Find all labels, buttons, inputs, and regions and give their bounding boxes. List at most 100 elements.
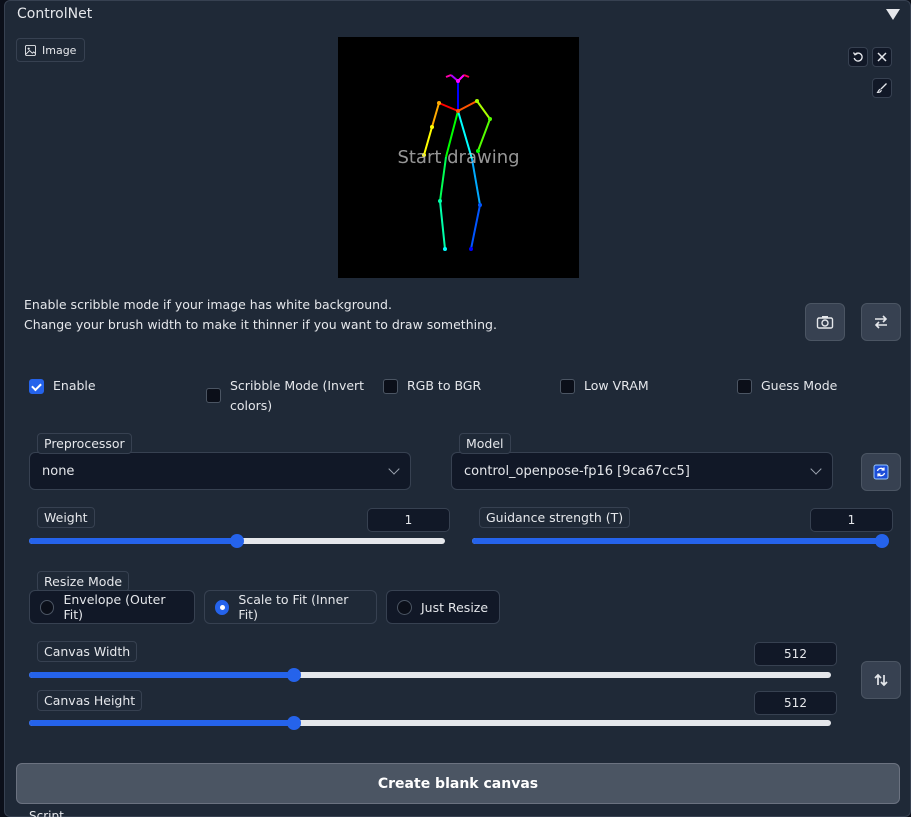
weight-label: Weight: [37, 507, 95, 528]
model-value: control_openpose-fp16 [9ca67cc5]: [464, 463, 690, 479]
resize-option-just-resize-label: Just Resize: [421, 599, 489, 615]
weight-input[interactable]: 1: [367, 508, 450, 532]
weight-slider[interactable]: [29, 534, 445, 548]
resize-option-envelope[interactable]: Envelope (Outer Fit): [29, 590, 195, 624]
swap-arrows-icon: [874, 315, 888, 329]
preprocessor-label: Preprocessor: [37, 433, 132, 454]
radio-scale-to-fit[interactable]: [215, 599, 230, 615]
canvas-width-slider[interactable]: [29, 668, 831, 682]
preprocessor-select[interactable]: none: [29, 452, 411, 490]
brush-icon: [876, 83, 887, 94]
pose-joint: [438, 199, 442, 203]
swap-vertical-icon: [874, 673, 888, 687]
pose-joint: [456, 109, 460, 113]
pose-left-upper-arm: [476, 100, 491, 120]
chevron-down-icon: [388, 463, 400, 475]
scribble-mode-label: Scribble Mode (Invert colors): [230, 376, 364, 416]
enable-checkbox[interactable]: [29, 379, 44, 394]
scribble-mode-checkbox[interactable]: [206, 388, 221, 403]
brush-button[interactable]: [872, 78, 892, 98]
canvas-width-label: Canvas Width: [37, 641, 138, 662]
canvas-height-slider-thumb[interactable]: [286, 716, 301, 730]
canvas-width-slider-fill: [29, 672, 294, 678]
image-tab[interactable]: Image: [16, 38, 86, 62]
low-vram-label: Low VRAM: [584, 378, 649, 393]
pose-right-ear: [445, 74, 452, 78]
pose-right-shin: [439, 200, 446, 250]
checkbox-enable[interactable]: Enable: [29, 378, 96, 394]
info-line-2: Change your brush width to make it thinn…: [24, 317, 497, 332]
image-icon: [25, 44, 36, 56]
panel-title: ControlNet: [17, 6, 93, 22]
radio-just-resize[interactable]: [397, 599, 412, 615]
guidance-slider[interactable]: [472, 534, 889, 548]
webcam-button[interactable]: [805, 303, 845, 341]
collapse-triangle-icon[interactable]: [886, 9, 900, 20]
guidance-slider-thumb[interactable]: [875, 534, 889, 548]
pose-joint: [469, 247, 473, 251]
pose-left-shin: [470, 204, 481, 250]
chevron-down-icon: [810, 463, 822, 475]
rgb-to-bgr-label: RGB to BGR: [407, 378, 482, 393]
pose-joint: [443, 247, 447, 251]
resize-option-just-resize[interactable]: Just Resize: [386, 590, 500, 624]
start-drawing-text: Start drawing: [397, 147, 520, 168]
canvas-width-input[interactable]: 512: [754, 642, 837, 666]
refresh-models-button[interactable]: [861, 453, 901, 491]
resize-mode-label: Resize Mode: [37, 571, 130, 592]
undo-button[interactable]: [848, 47, 868, 67]
guess-mode-label: Guess Mode: [761, 378, 838, 393]
pose-right-upper-arm: [431, 102, 440, 128]
undo-icon: [852, 52, 863, 62]
pose-joint: [478, 203, 482, 207]
radio-envelope[interactable]: [40, 599, 55, 615]
pose-joint: [488, 117, 492, 121]
pose-left-ear: [463, 74, 470, 78]
enable-label: Enable: [53, 378, 96, 393]
pose-joint: [456, 79, 460, 83]
create-blank-canvas-button[interactable]: Create blank canvas: [16, 763, 900, 804]
guess-mode-checkbox[interactable]: [737, 379, 752, 394]
canvas-height-input[interactable]: 512: [754, 691, 837, 715]
drawing-canvas[interactable]: Start drawing: [338, 37, 579, 278]
resize-option-scale-to-fit[interactable]: Scale to Fit (Inner Fit): [204, 590, 377, 624]
pose-joint: [437, 101, 441, 105]
scribble-label-line1: Scribble Mode (Invert: [230, 378, 365, 393]
canvas-height-label: Canvas Height: [37, 690, 143, 711]
pose-right-shoulder: [438, 102, 459, 112]
camera-icon: [816, 316, 834, 329]
close-icon: [877, 52, 887, 62]
image-tab-label: Image: [42, 43, 77, 57]
canvas-height-slider-fill: [29, 720, 294, 726]
low-vram-checkbox[interactable]: [560, 379, 575, 394]
guidance-slider-fill: [472, 538, 882, 544]
pose-left-shoulder: [457, 100, 478, 112]
clear-button[interactable]: [872, 47, 892, 67]
model-label: Model: [459, 433, 511, 454]
weight-slider-thumb[interactable]: [230, 534, 244, 548]
checkbox-guess-mode[interactable]: Guess Mode: [737, 378, 837, 394]
mirror-webcam-button[interactable]: [861, 303, 901, 341]
scribble-label-line2: colors): [230, 398, 273, 413]
resize-option-envelope-label: Envelope (Outer Fit): [63, 592, 166, 622]
refresh-icon: [873, 464, 889, 480]
model-select[interactable]: control_openpose-fp16 [9ca67cc5]: [451, 452, 833, 490]
checkbox-scribble-mode[interactable]: Scribble Mode (Invert colors): [206, 378, 364, 416]
swap-dimensions-button[interactable]: [861, 661, 901, 699]
info-line-1: Enable scribble mode if your image has w…: [24, 297, 392, 312]
pose-joint: [475, 99, 479, 103]
pose-joint: [430, 125, 434, 129]
script-label: Script: [29, 809, 64, 817]
rgb-to-bgr-checkbox[interactable]: [383, 379, 398, 394]
controlnet-panel: ControlNet Image Start drawing Enable sc…: [4, 0, 911, 817]
weight-slider-fill: [29, 538, 237, 544]
canvas-width-slider-thumb[interactable]: [286, 668, 301, 682]
canvas-height-slider[interactable]: [29, 716, 831, 730]
resize-option-scale-label: Scale to Fit (Inner Fit): [238, 592, 349, 622]
scribble-info: Enable scribble mode if your image has w…: [24, 295, 497, 335]
checkbox-rgb-to-bgr[interactable]: RGB to BGR: [383, 378, 481, 394]
guidance-label: Guidance strength (T): [479, 507, 631, 528]
guidance-input[interactable]: 1: [810, 508, 893, 532]
preprocessor-value: none: [42, 463, 75, 479]
checkbox-low-vram[interactable]: Low VRAM: [560, 378, 649, 394]
